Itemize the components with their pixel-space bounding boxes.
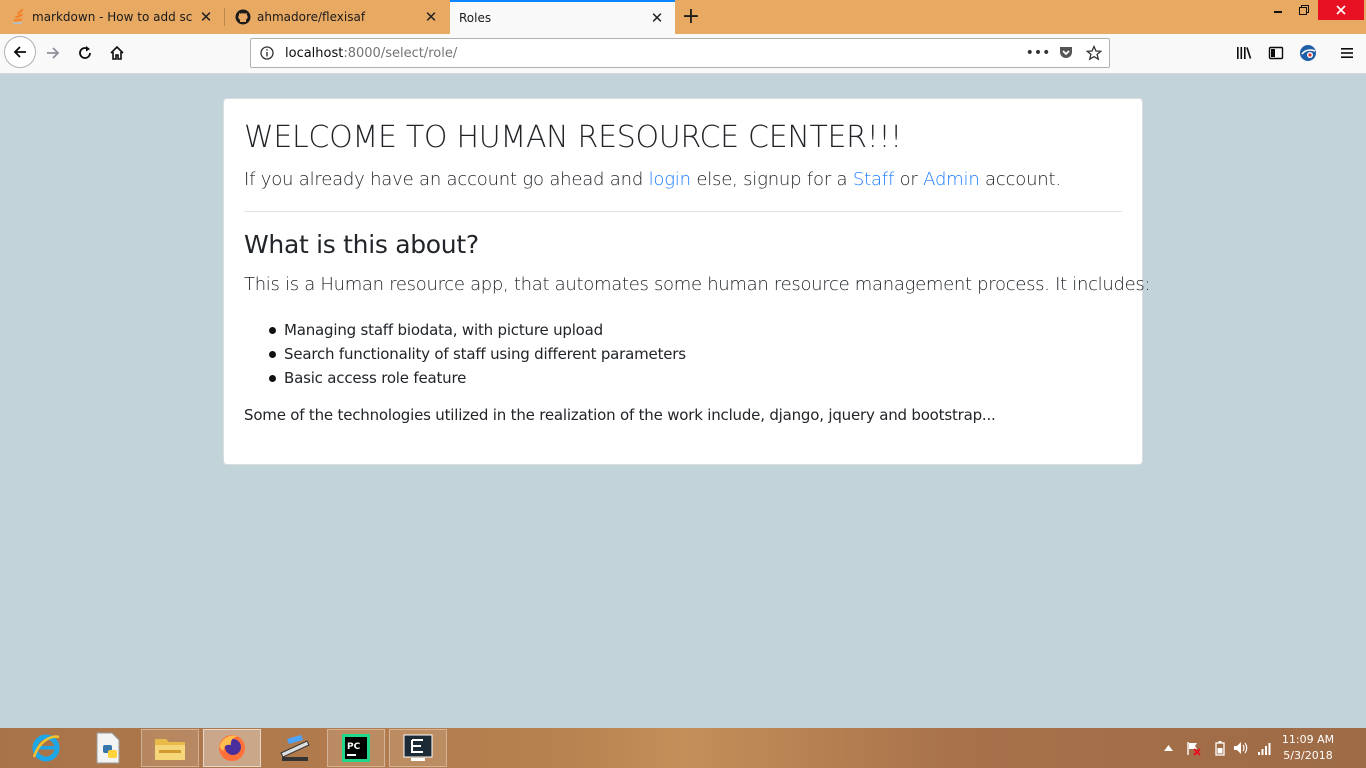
about-heading: What is this about? — [244, 230, 479, 259]
internet-explorer-icon[interactable] — [17, 729, 75, 767]
battery-icon[interactable] — [1211, 728, 1229, 768]
restore-button[interactable] — [1292, 0, 1316, 20]
file-explorer-icon[interactable] — [141, 729, 199, 767]
forward-arrow-icon — [47, 47, 60, 59]
address-bar[interactable]: localhost:8000/select/role/ ••• — [250, 38, 1110, 68]
forward-button[interactable] — [38, 38, 68, 68]
home-icon — [110, 45, 124, 60]
login-link[interactable]: login — [649, 169, 691, 190]
volume-icon[interactable] — [1232, 728, 1250, 768]
library-icon — [1237, 47, 1252, 59]
feature-list: Managing staff biodata, with picture upl… — [244, 318, 686, 390]
navigation-toolbar: localhost:8000/select/role/ ••• — [0, 34, 1366, 74]
divider — [244, 211, 1122, 212]
page-actions: ••• — [1026, 39, 1103, 67]
home-button[interactable] — [102, 38, 132, 68]
stackoverflow-icon — [10, 9, 26, 25]
clock-date: 5/3/2018 — [1283, 749, 1333, 762]
tab-title: markdown - How to add screen — [32, 10, 192, 24]
taskbar: PC 11:09 AM 5/3/2018 — [0, 728, 1366, 768]
clock-time: 11:09 AM — [1281, 733, 1335, 746]
page-actions-menu-button[interactable]: ••• — [1026, 44, 1051, 62]
firefox-icon[interactable] — [203, 729, 261, 767]
back-button[interactable] — [4, 36, 36, 68]
list-item: Managing staff biodata, with picture upl… — [269, 318, 686, 342]
tab-roles[interactable]: Roles ✕ — [450, 0, 675, 34]
tab-title: ahmadore/flexisaf — [257, 10, 366, 24]
extension-globe-icon — [1300, 45, 1316, 61]
prompt-text: else, signup for a — [690, 169, 853, 190]
about-text: This is a Human resource app, that autom… — [244, 274, 1151, 295]
menu-button[interactable] — [1332, 38, 1362, 68]
url-host: localhost — [285, 45, 344, 61]
scanner-icon[interactable] — [265, 729, 323, 767]
tab-markdown[interactable]: markdown - How to add screen ✕ — [0, 0, 224, 34]
welcome-card: WELCOME TO HUMAN RESOURCE CENTER!!! If y… — [223, 98, 1151, 465]
library-button[interactable] — [1229, 38, 1259, 68]
network-signal-icon[interactable] — [1256, 728, 1274, 768]
url-path: :8000/select/role/ — [343, 45, 458, 61]
info-icon[interactable] — [259, 45, 275, 61]
close-icon[interactable]: ✕ — [649, 9, 665, 27]
tab-github[interactable]: ahmadore/flexisaf ✕ — [225, 0, 449, 34]
sidebar-button[interactable] — [1261, 38, 1291, 68]
pocket-icon[interactable] — [1057, 44, 1075, 62]
github-icon — [235, 9, 251, 25]
new-tab-button[interactable]: + — [678, 3, 704, 29]
tab-bar: markdown - How to add screen ✕ ahmadore/… — [0, 0, 1366, 34]
page-title: WELCOME TO HUMAN RESOURCE CENTER!!! — [244, 120, 902, 155]
editor-icon[interactable] — [389, 729, 447, 767]
prompt-text: or — [894, 169, 924, 190]
prompt-text: account. — [979, 169, 1061, 190]
admin-signup-link[interactable]: Admin — [923, 169, 980, 190]
staff-signup-link[interactable]: Staff — [853, 169, 894, 190]
account-prompt: If you already have an account go ahead … — [244, 169, 1061, 190]
close-icon[interactable]: ✕ — [423, 8, 439, 26]
reload-button[interactable] — [70, 38, 100, 68]
technologies-text: Some of the technologies utilized in the… — [244, 406, 996, 424]
minimize-button[interactable] — [1266, 0, 1290, 20]
sidebar-icon — [1268, 46, 1284, 60]
action-center-flag-icon[interactable] — [1183, 728, 1203, 768]
close-window-button[interactable] — [1318, 0, 1364, 20]
reload-icon — [79, 46, 91, 59]
extension-button[interactable] — [1293, 38, 1323, 68]
url-text[interactable]: localhost:8000/select/role/ — [285, 46, 457, 61]
svg-text:PC: PC — [347, 742, 361, 752]
show-hidden-icons-button[interactable] — [1160, 728, 1176, 768]
hamburger-menu-icon — [1341, 48, 1353, 58]
prompt-text: If you already have an account go ahead … — [244, 169, 649, 190]
tab-title: Roles — [459, 11, 492, 25]
list-item: Search functionality of staff using diff… — [269, 342, 686, 366]
bookmark-star-icon[interactable] — [1085, 44, 1103, 62]
python-file-icon[interactable] — [79, 729, 137, 767]
back-arrow-icon — [13, 46, 26, 58]
list-item: Basic access role feature — [269, 366, 686, 390]
system-clock[interactable]: 11:09 AM 5/3/2018 — [1276, 732, 1340, 764]
close-icon[interactable]: ✕ — [198, 8, 214, 26]
pycharm-icon[interactable]: PC — [327, 729, 385, 767]
